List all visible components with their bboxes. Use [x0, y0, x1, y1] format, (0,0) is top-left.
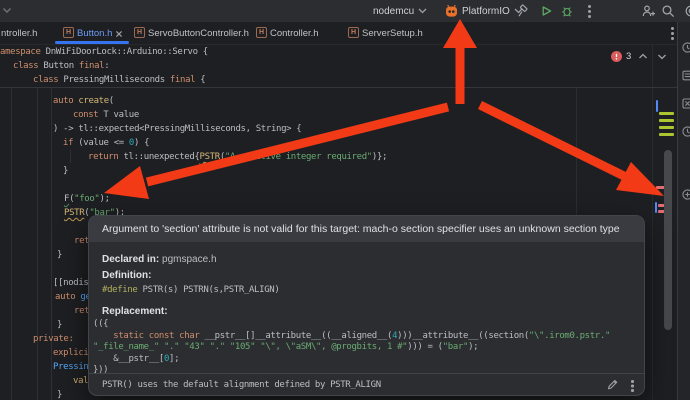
popup-more-button[interactable] — [631, 380, 634, 383]
chevron-down-icon — [418, 8, 427, 14]
next-error-button[interactable] — [657, 53, 667, 60]
code-line: (({ — [93, 319, 641, 331]
declared-in-value: pgmspace.h — [162, 254, 216, 265]
code-line — [0, 178, 652, 192]
sticky-lines: amespace DnWiFiDoorLock::Arduino::Servo … — [0, 45, 208, 87]
search-button[interactable] — [661, 4, 675, 18]
clock-icon — [681, 41, 690, 54]
tab-list-more-button[interactable] — [671, 27, 674, 30]
search-icon — [661, 4, 675, 18]
env-selector-label: nodemcu — [373, 6, 414, 17]
replacement-code: (({ static const char __pstr__[]__attrib… — [93, 319, 641, 377]
header-file-icon: H — [256, 27, 267, 38]
popup-warning-header: Argument to 'section' attribute is not v… — [89, 216, 644, 242]
code-line: } — [0, 164, 652, 178]
code-line: auto create( — [0, 94, 652, 108]
sticky-lines-separator — [0, 87, 677, 88]
platformio-selector[interactable]: PlatformIO — [445, 3, 523, 19]
person-add-icon — [641, 4, 656, 18]
code-line: static const char __pstr__[]__attribute_… — [93, 331, 641, 343]
error-count-badge[interactable] — [611, 51, 622, 62]
document-lines-icon — [681, 69, 690, 82]
stripe-mark-weak-warning[interactable] — [659, 133, 674, 136]
declared-in-label: Declared in: — [102, 254, 162, 265]
tab-controller-h[interactable]: Controller.h — [270, 28, 319, 40]
active-tab-underline — [55, 41, 129, 44]
code-line: #define PSTR(s) PSTRN(s,PSTR_ALIGN) — [102, 285, 279, 297]
code-line: ) -> tl::expected<PressingMilliseconds, … — [0, 122, 652, 136]
editor-right-boundary — [652, 45, 653, 400]
tab-button-h[interactable]: Button.h — [77, 28, 112, 40]
code-line: class PressingMilliseconds final { — [0, 73, 208, 87]
code-line: const T value — [0, 108, 652, 122]
chevron-down-icon[interactable] — [2, 7, 12, 14]
ide-window: nodemcu PlatformIO — [0, 0, 690, 400]
tab-controller-partial[interactable]: ntroller.h — [1, 28, 37, 40]
scrollbar-thumb[interactable] — [664, 150, 672, 330]
code-line: if (value <= 0) { — [0, 136, 652, 150]
code-line: return tl::unexpected{PSTR("A positive i… — [0, 150, 652, 164]
stripe-mark-weak-warning[interactable] — [659, 119, 674, 122]
main-toolbar: nodemcu PlatformIO — [0, 0, 690, 22]
tool-stripe-button[interactable] — [681, 69, 690, 82]
env-selector[interactable]: nodemcu — [373, 3, 427, 19]
debug-bug-icon — [560, 4, 574, 18]
run-icon — [539, 4, 553, 18]
close-icon[interactable] — [115, 30, 123, 38]
tool-stripe-button[interactable] — [681, 97, 690, 110]
tab-serversetup-h[interactable]: ServerSetup.h — [362, 28, 423, 40]
code-line: amespace DnWiFiDoorLock::Arduino::Servo … — [0, 45, 208, 59]
stripe-mark-weak-warning[interactable] — [659, 126, 674, 129]
header-file-icon: H — [63, 27, 74, 38]
edit-button[interactable] — [606, 378, 619, 391]
code-line: F("foo"); — [0, 192, 652, 206]
platformio-label: PlatformIO — [462, 6, 510, 17]
stripe-mark-info[interactable] — [656, 100, 658, 112]
error-exclamation-icon — [613, 53, 620, 60]
code-line: class Button final: — [0, 59, 208, 73]
settings-button[interactable] — [683, 4, 690, 18]
header-file-icon: H — [134, 27, 145, 38]
code-line: "_file_name_" "." "43" "." "105" "\", \"… — [93, 342, 641, 354]
definition-label: Definition: — [102, 270, 151, 281]
tab-servobuttoncontroller-h[interactable]: ServoButtonController.h — [148, 28, 249, 40]
editor-tab-bar: ntroller.h H Button.h H ServoButtonContr… — [0, 22, 677, 45]
close-box-icon — [681, 97, 690, 110]
header-file-icon: H — [348, 27, 359, 38]
platformio-icon — [445, 4, 458, 18]
add-user-button[interactable] — [641, 4, 656, 18]
plus-circle-icon — [681, 188, 690, 201]
code-line: &__pstr__[0]; — [93, 354, 641, 366]
run-button[interactable] — [539, 4, 553, 18]
tool-stripe-button[interactable] — [681, 188, 690, 201]
refresh-circle-icon — [681, 125, 690, 138]
toolbar-more-button[interactable] — [588, 5, 591, 8]
popup-footer-note: PSTR() uses the default alignment define… — [89, 374, 645, 396]
replacement-label: Replacement: — [102, 306, 168, 317]
hammer-icon — [516, 4, 530, 18]
chevron-down-icon — [657, 53, 667, 60]
error-count: 3 — [626, 51, 631, 62]
tool-stripe-button[interactable] — [681, 125, 690, 138]
tool-stripe-button[interactable] — [681, 41, 690, 54]
declared-in-line: Declared in: pgmspace.h — [102, 249, 217, 267]
gear-icon — [683, 4, 690, 18]
stripe-mark-weak-warning[interactable] — [659, 112, 674, 115]
pencil-icon — [606, 378, 619, 391]
definition-code: #define PSTR(s) PSTRN(s,PSTR_ALIGN) — [102, 285, 279, 297]
debug-button[interactable] — [560, 4, 574, 18]
documentation-popup: Argument to 'section' attribute is not v… — [88, 215, 645, 396]
stripe-mark-info[interactable] — [655, 202, 657, 213]
build-button[interactable] — [516, 4, 530, 18]
prev-error-button[interactable] — [638, 53, 648, 60]
chevron-up-icon — [638, 53, 648, 60]
